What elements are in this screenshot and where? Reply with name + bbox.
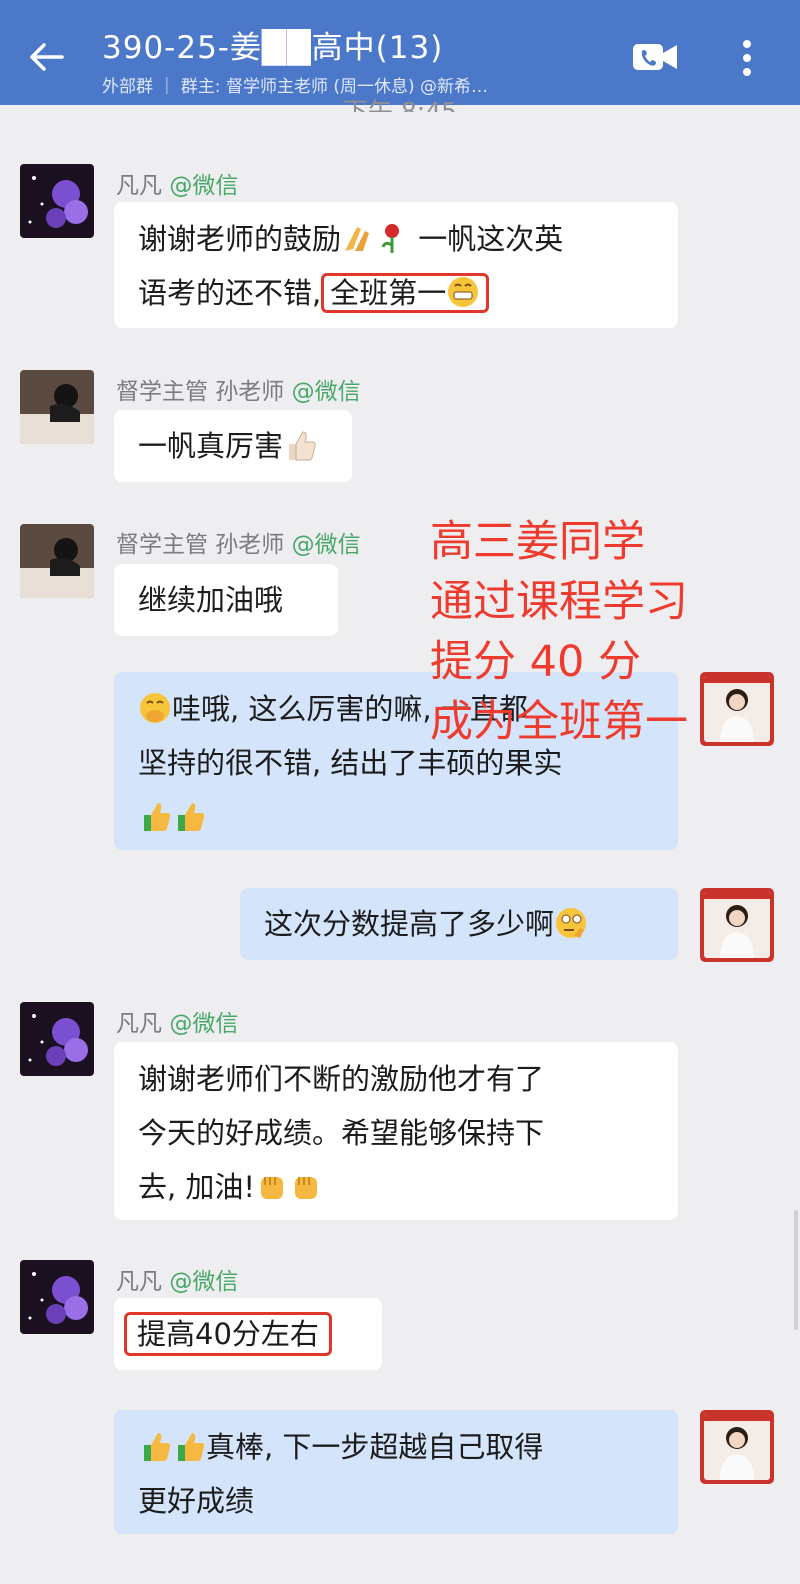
- sender-name: 凡凡 @微信: [116, 173, 239, 199]
- thumbs-up-icon: [178, 1433, 205, 1461]
- message-bubble-self[interactable]: 这次分数提高了多少啊: [240, 888, 678, 960]
- avatar[interactable]: [20, 524, 94, 598]
- message-text: 一帆真厉害: [138, 429, 284, 463]
- overlay-line: 提分 40 分: [430, 637, 642, 687]
- message-text: 谢谢老师的鼓励: [138, 222, 342, 256]
- wechat-tag: @微信: [169, 1011, 239, 1037]
- overlay-line: 成为全班第一: [430, 697, 688, 747]
- chat-title[interactable]: 390-25-姜██高中(13): [102, 22, 443, 67]
- message-text: 语考的还不错,: [138, 276, 322, 310]
- avatar[interactable]: [20, 370, 94, 444]
- time-divider: 下午 8:45: [342, 97, 458, 112]
- scrollbar[interactable]: [794, 1210, 798, 1330]
- wechat-tag: @微信: [169, 1269, 239, 1295]
- sender-name: 凡凡 @微信: [116, 1011, 239, 1037]
- raised-fist-icon: [295, 1177, 318, 1199]
- message-bubble[interactable]: 提高40分左右: [114, 1298, 382, 1370]
- message-text: 继续加油哦: [138, 583, 284, 617]
- overlay-annotation: 高三姜同学 通过课程学习 提分 40 分 成为全班第一: [430, 512, 688, 752]
- praying-hands-icon: [345, 227, 370, 251]
- message-text: 更好成绩: [138, 1484, 255, 1518]
- thumbs-up-icon: [144, 803, 171, 831]
- more-vert-icon[interactable]: [740, 38, 754, 78]
- sender-name: 督学主管 孙老师 @微信: [116, 532, 361, 558]
- message-text: 去, 加油!: [138, 1170, 256, 1204]
- message-bubble[interactable]: 继续加油哦: [114, 564, 338, 636]
- avatar[interactable]: [20, 164, 94, 238]
- overlay-line: 高三姜同学: [430, 517, 645, 567]
- message-text: 今天的好成绩。希望能够保持下: [138, 1116, 545, 1150]
- thumbs-up-icon: [178, 803, 205, 831]
- message-bubble[interactable]: 谢谢老师们不断的激励他才有了 今天的好成绩。希望能够保持下 去, 加油!: [114, 1042, 678, 1220]
- video-call-icon[interactable]: [632, 40, 678, 74]
- raised-fist-icon: [261, 1177, 284, 1199]
- teacher-avatar[interactable]: [700, 888, 774, 962]
- chat-header: 390-25-姜██高中(13) 外部群 ｜ 群主: 督学师主老师 (周一休息)…: [0, 0, 800, 105]
- teacher-avatar[interactable]: [700, 672, 774, 746]
- sender-name: 督学主管 孙老师 @微信: [116, 379, 361, 405]
- sender-name: 凡凡 @微信: [116, 1269, 239, 1295]
- message-text: 谢谢老师们不断的激励他才有了: [138, 1062, 545, 1096]
- avatar[interactable]: [20, 1260, 94, 1334]
- thinking-face-icon: [556, 908, 587, 938]
- thumbs-up-icon: [289, 431, 316, 461]
- message-text: 一帆这次英: [418, 222, 564, 256]
- wechat-tag: @微信: [291, 379, 361, 405]
- overlay-line: 通过课程学习: [430, 577, 688, 627]
- wechat-tag: @微信: [291, 532, 361, 558]
- message-bubble[interactable]: 谢谢老师的鼓励 一帆这次英 语考的还不错, 全班第一: [114, 202, 678, 328]
- highlight-box: 提高40分左右: [124, 1312, 332, 1356]
- message-text: 这次分数提高了多少啊: [264, 907, 555, 941]
- back-arrow-icon[interactable]: [28, 42, 64, 72]
- grinning-face-icon: [448, 277, 479, 307]
- teacher-avatar[interactable]: [700, 1410, 774, 1484]
- message-bubble[interactable]: 一帆真厉害: [114, 410, 352, 482]
- thumbs-up-icon: [144, 1433, 171, 1461]
- hand-over-mouth-icon: [140, 693, 170, 723]
- message-bubble-self[interactable]: 真棒, 下一步超越自己取得 更好成绩: [114, 1410, 678, 1534]
- wechat-tag: @微信: [169, 173, 239, 199]
- highlight-box: 全班第一: [321, 273, 490, 313]
- rose-icon: [381, 224, 400, 253]
- avatar[interactable]: [20, 1002, 94, 1076]
- message-text: 真棒, 下一步超越自己取得: [206, 1430, 544, 1464]
